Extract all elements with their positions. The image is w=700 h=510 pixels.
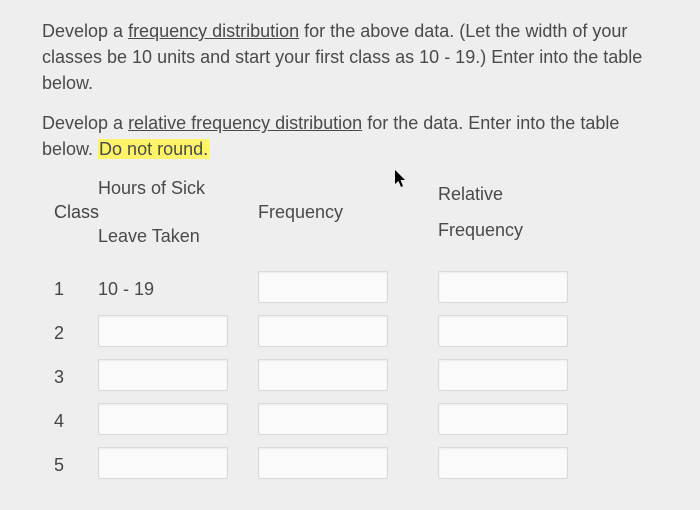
header-frequency-label: Frequency (258, 200, 438, 225)
table-header-row: Class Hours of Sick Leave Taken Frequenc… (54, 176, 672, 248)
relative-frequency-input[interactable] (438, 447, 568, 479)
table-row: 4 (54, 403, 672, 435)
hours-value: 10 - 19 (98, 273, 258, 300)
header-class: Class (54, 178, 98, 247)
relative-frequency-input[interactable] (438, 271, 568, 303)
hours-input[interactable] (98, 315, 228, 347)
frequency-input[interactable] (258, 359, 388, 391)
hours-input[interactable] (98, 403, 228, 435)
table-row: 5 (54, 447, 672, 479)
table-row: 3 (54, 359, 672, 391)
worksheet-page: Develop a frequency distribution for the… (0, 0, 700, 479)
header-hours-line1: Hours of Sick (98, 176, 258, 201)
row-number: 2 (54, 317, 98, 344)
text: Develop a (42, 113, 128, 133)
text: Develop a (42, 21, 128, 41)
header-class-label: Class (54, 200, 98, 225)
row-number: 5 (54, 449, 98, 476)
relative-frequency-input[interactable] (438, 315, 568, 347)
frequency-input[interactable] (258, 447, 388, 479)
frequency-input[interactable] (258, 271, 388, 303)
table-row: 1 10 - 19 (54, 271, 672, 303)
hours-input[interactable] (98, 359, 228, 391)
row-number: 3 (54, 361, 98, 388)
header-hours-line2: Leave Taken (98, 224, 258, 249)
instruction-1: Develop a frequency distribution for the… (42, 18, 672, 96)
frequency-input[interactable] (258, 403, 388, 435)
relative-frequency-input[interactable] (438, 403, 568, 435)
instruction-2: Develop a relative frequency distributio… (42, 110, 672, 162)
underline-freq-dist: frequency distribution (128, 21, 299, 41)
row-number: 1 (54, 273, 98, 300)
header-frequency: Frequency (258, 178, 438, 247)
hours-input[interactable] (98, 447, 228, 479)
header-relative-line1: Relative (438, 182, 618, 207)
header-hours: Hours of Sick Leave Taken (98, 176, 258, 248)
frequency-input[interactable] (258, 315, 388, 347)
underline-rel-freq-dist: relative frequency distribution (128, 113, 362, 133)
highlight-do-not-round: Do not round. (98, 139, 209, 159)
header-relative-line2: Frequency (438, 218, 618, 243)
row-number: 4 (54, 405, 98, 432)
frequency-table: Class Hours of Sick Leave Taken Frequenc… (54, 176, 672, 478)
table-row: 2 (54, 315, 672, 347)
relative-frequency-input[interactable] (438, 359, 568, 391)
header-relative: Relative Frequency (438, 182, 618, 242)
